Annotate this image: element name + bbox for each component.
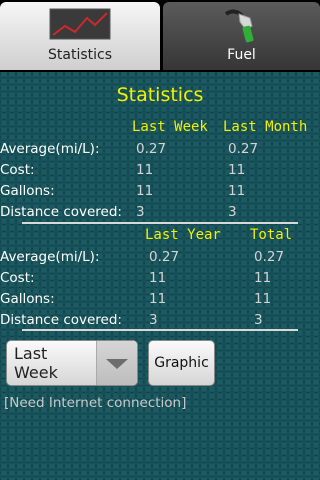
fuel-pump-nozzle-icon xyxy=(222,8,262,48)
tab-statistics[interactable]: Statistics xyxy=(0,2,160,70)
column-header-last-week: Last Week xyxy=(132,119,208,135)
row-label-average: Average(mi/L): xyxy=(0,141,100,157)
value-cost-last-week: 11 xyxy=(136,162,154,178)
value-average-last-week: 0.27 xyxy=(136,141,167,157)
page-title: Statistics xyxy=(116,84,204,106)
period-select-value: Last Week xyxy=(14,344,58,382)
value-distance-total: 3 xyxy=(254,312,263,328)
row-label-average: Average(mi/L): xyxy=(0,249,100,265)
status-message: [Need Internet connection] xyxy=(4,395,187,411)
value-average-last-month: 0.27 xyxy=(228,141,259,157)
row-label-gallons: Gallons: xyxy=(0,291,55,307)
column-header-last-month: Last Month xyxy=(223,119,308,135)
value-average-last-year: 0.27 xyxy=(149,249,180,265)
value-distance-last-year: 3 xyxy=(149,312,158,328)
row-label-distance: Distance covered: xyxy=(0,312,122,328)
divider xyxy=(22,222,298,224)
value-gallons-last-year: 11 xyxy=(149,291,167,307)
value-gallons-total: 11 xyxy=(254,291,272,307)
value-gallons-last-week: 11 xyxy=(136,183,154,199)
value-gallons-last-month: 11 xyxy=(228,183,246,199)
tab-fuel-label: Fuel xyxy=(227,47,256,63)
chevron-down-icon[interactable] xyxy=(96,341,137,385)
divider xyxy=(22,329,298,331)
value-distance-last-month: 3 xyxy=(228,204,237,220)
line-chart-icon xyxy=(49,8,111,44)
row-label-distance: Distance covered: xyxy=(0,204,122,220)
value-cost-last-year: 11 xyxy=(149,270,167,286)
value-cost-total: 11 xyxy=(254,270,272,286)
value-average-total: 0.27 xyxy=(254,249,285,265)
period-select[interactable]: Last Week xyxy=(6,340,138,386)
column-header-total: Total xyxy=(250,227,293,243)
tab-bar: Statistics Fuel xyxy=(0,0,320,72)
tab-statistics-label: Statistics xyxy=(48,47,112,63)
row-label-cost: Cost: xyxy=(0,270,35,286)
graphic-button[interactable]: Graphic xyxy=(148,340,215,386)
row-label-gallons: Gallons: xyxy=(0,183,55,199)
column-header-last-year: Last Year xyxy=(145,227,221,243)
value-distance-last-week: 3 xyxy=(136,204,145,220)
value-cost-last-month: 11 xyxy=(228,162,246,178)
tab-fuel[interactable]: Fuel xyxy=(163,2,320,70)
row-label-cost: Cost: xyxy=(0,162,35,178)
